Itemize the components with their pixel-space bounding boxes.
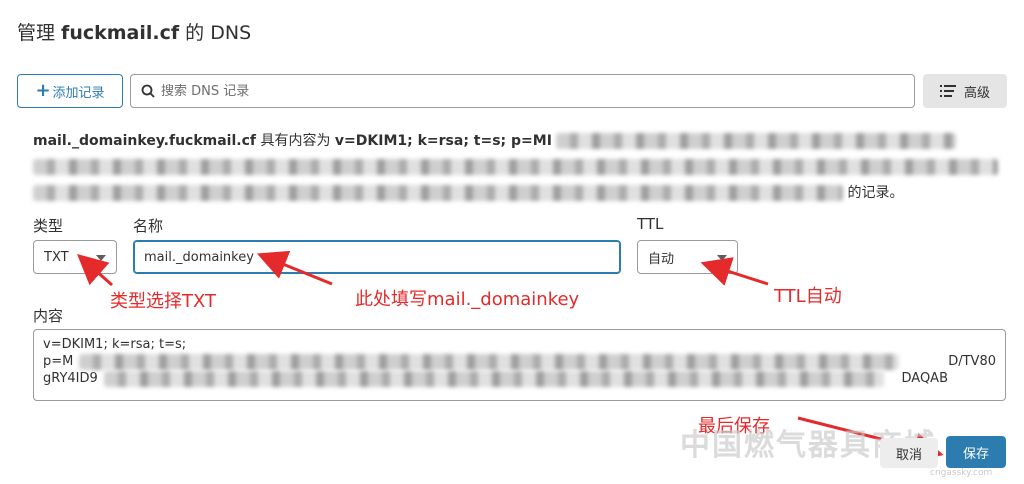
search-icon [141,84,155,98]
redacted-block [79,353,900,370]
type-label: 类型 [33,217,64,235]
content-line1: v=DKIM1; k=rsa; t=s; [43,337,187,352]
list-icon [939,85,956,97]
type-select[interactable]: TXT [33,240,117,274]
advanced-label: 高级 [963,85,990,101]
page-title: 管理 fuckmail.cf 的 DNS [17,18,251,45]
content-line: v=DKIM1; k=rsa; t=s; [43,336,996,353]
name-annotation: 此处填写mail._domainkey [355,289,580,310]
type-value: TXT [44,249,69,265]
content-line: p=M D/TV80 [43,353,996,370]
save-button[interactable]: 保存 [946,436,1006,468]
content-line: gRY4ID9 DAQAB [43,370,996,387]
ttl-annotation: TTL自动 [774,286,842,307]
redacted-block [556,133,957,149]
content-label: 内容 [33,307,64,325]
type-annotation: 类型选择TXT [110,291,217,312]
content-line3-end: DAQAB [901,371,949,386]
notice-ending: 的记录。 [847,185,904,201]
redacted-block [33,159,998,175]
redacted-block [33,185,843,201]
ttl-select[interactable]: 自动 [637,240,738,274]
search-box[interactable] [130,74,915,108]
record-notice: mail._domainkey.fuckmail.cf 具有内容为 v=DKIM… [33,128,1003,206]
advanced-button[interactable]: 高级 [923,74,1007,108]
name-input[interactable] [133,240,621,274]
watermark-url: cngassky.com [930,468,993,478]
search-input[interactable] [161,83,861,99]
add-record-label: 添加记录 [52,85,105,101]
name-label: 名称 [133,217,164,235]
chevron-down-icon [717,255,727,261]
content-line2-start: p=M [43,354,74,369]
content-line2-end: D/TV80 [948,354,996,369]
chevron-down-icon [96,255,106,261]
plus-icon: + [35,80,51,101]
content-line3-start: gRY4ID9 [43,371,98,386]
notice-content-value: v=DKIM1; k=rsa; t=s; p=MI [334,133,552,149]
title-prefix: 管理 [17,22,62,44]
add-record-button[interactable]: + 添加记录 [17,74,123,108]
ttl-label: TTL [637,215,664,233]
title-domain: fuckmail.cf [61,22,180,44]
title-suffix: 的 DNS [179,22,252,44]
redacted-block [103,370,884,387]
ttl-value: 自动 [648,251,675,267]
notice-record-name: mail._domainkey.fuckmail.cf [33,133,256,149]
notice-has-content: 具有内容为 [256,133,335,149]
cancel-button[interactable]: 取消 [880,438,938,468]
content-textarea[interactable]: v=DKIM1; k=rsa; t=s; p=M D/TV80 gRY4ID9 … [33,329,1006,401]
